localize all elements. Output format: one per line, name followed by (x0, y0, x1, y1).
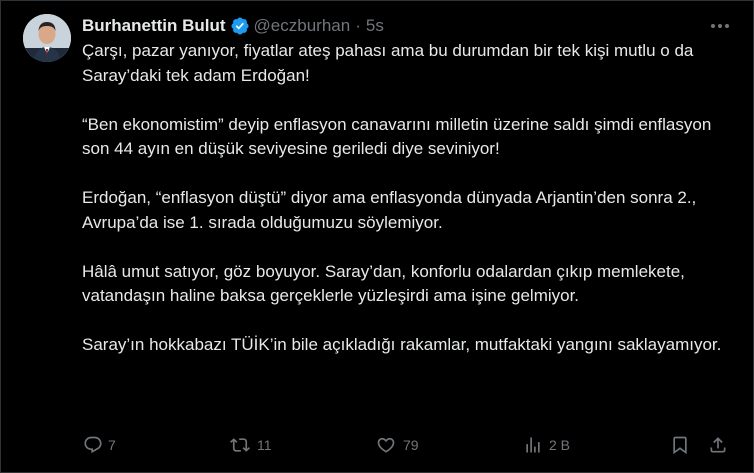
retweet-button[interactable]: 11 (229, 433, 272, 457)
like-count: 79 (403, 437, 419, 453)
tweet-paragraph: Erdoğan, “enflasyon düştü” diyor ama enf… (82, 188, 697, 232)
reply-button[interactable]: 7 (82, 433, 116, 457)
share-icon (707, 434, 729, 456)
user-avatar-icon (23, 14, 71, 62)
more-dots-icon (711, 24, 729, 28)
bookmark-icon (669, 434, 691, 456)
separator-dot: · (355, 16, 361, 35)
tweet-text: Çarşı, pazar yanıyor, fiyatlar ateş paha… (82, 39, 732, 358)
tweet-card: Burhanettin Bulut @eczburhan · 5s Çarşı,… (0, 0, 754, 473)
reply-count: 7 (108, 437, 116, 453)
heart-icon (375, 434, 397, 456)
views-icon (522, 434, 544, 456)
tweet-paragraph: Çarşı, pazar yanıyor, fiyatlar ateş paha… (82, 41, 694, 85)
like-button[interactable]: 79 (375, 433, 419, 457)
bookmark-button[interactable] (669, 433, 691, 457)
more-options-button[interactable] (709, 17, 731, 35)
author-handle[interactable]: @eczburhan (254, 16, 351, 36)
tweet-timestamp[interactable]: 5s (366, 16, 384, 36)
author-avatar[interactable] (23, 14, 71, 62)
tweet-header: Burhanettin Bulut @eczburhan · 5s (82, 15, 384, 37)
reply-icon (82, 434, 104, 456)
author-name[interactable]: Burhanettin Bulut (82, 16, 226, 36)
tweet-paragraph: Hâlâ umut satıyor, göz boyuyor. Saray’da… (82, 261, 685, 306)
views-button[interactable]: 2 B (522, 433, 570, 457)
retweet-count: 11 (257, 437, 272, 453)
views-count: 2 B (549, 437, 571, 453)
tweet-paragraph: Saray’ın hokkabazı TÜİK’in bile açıkladı… (82, 335, 722, 354)
share-button[interactable] (707, 433, 729, 457)
retweet-icon (229, 434, 251, 456)
tweet-paragraph: “Ben ekonomistim” deyip enflasyon canava… (82, 114, 712, 159)
tweet-actions: 7 11 79 2 B (82, 433, 732, 457)
verified-badge-icon (230, 16, 250, 36)
